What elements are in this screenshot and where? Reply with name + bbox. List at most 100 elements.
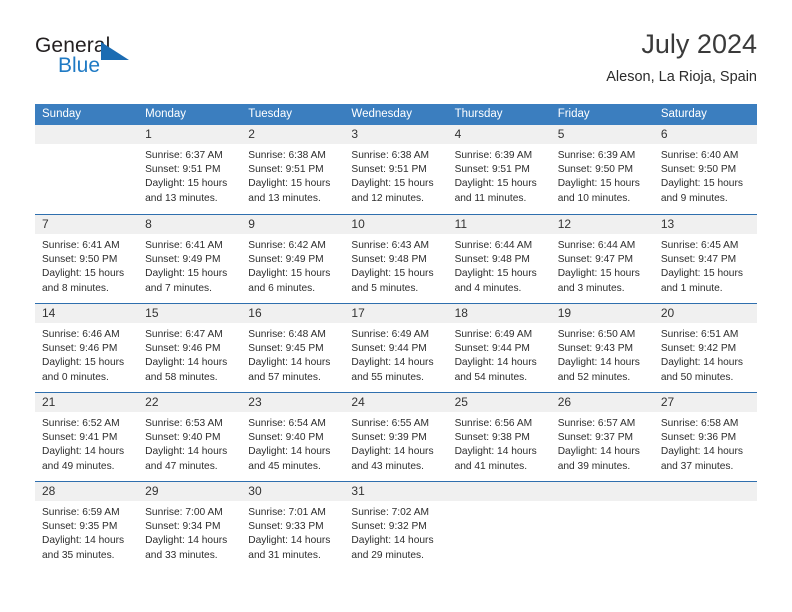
sunrise-text: Sunrise: 6:48 AM (248, 329, 326, 340)
calendar-day-cell[interactable]: 23 Sunrise: 6:54 AM Sunset: 9:40 PM Dayligh… (241, 393, 345, 481)
day-sun-info: Sunrise: 6:48 AM Sunset: 9:45 PM Daylight:… (241, 323, 344, 385)
daylight-text-line1: Daylight: 14 hours (454, 357, 537, 369)
calendar-day-cell[interactable]: 16 Sunrise: 6:48 AM Sunset: 9:45 PM Dayligh… (241, 304, 345, 392)
general-blue-logo[interactable]: General Blue (35, 34, 155, 82)
day-number: 1 (138, 125, 242, 144)
day-number: 21 (35, 393, 139, 412)
sunrise-text: Sunrise: 6:57 AM (557, 418, 636, 429)
daylight-text-line1: Daylight: 14 hours (660, 357, 743, 369)
day-sun-info: Sunrise: 6:46 AM Sunset: 9:46 PM Daylight:… (35, 323, 138, 385)
daylight-text-line2: and 55 minutes. (351, 371, 424, 383)
day-number: 7 (35, 215, 139, 234)
calendar-day-cell[interactable]: 17 Sunrise: 6:49 AM Sunset: 9:44 PM Dayligh… (344, 304, 448, 392)
calendar-day-cell[interactable]: 25 Sunrise: 6:56 AM Sunset: 9:38 PM Dayligh… (447, 393, 551, 481)
calendar-page: General Blue July 2024 Aleson, La Rioja,… (0, 0, 792, 612)
sunrise-text: Sunrise: 6:58 AM (660, 418, 739, 429)
calendar-day-cell[interactable]: 30 Sunrise: 7:01 AM Sunset: 9:33 PM Dayligh… (241, 482, 345, 570)
sunset-text: Sunset: 9:34 PM (145, 521, 221, 533)
calendar-day-cell[interactable]: 14 Sunrise: 6:46 AM Sunset: 9:46 PM Dayligh… (35, 304, 139, 392)
weekday-header-friday: Friday (557, 108, 590, 120)
sunset-text: Sunset: 9:44 PM (351, 343, 427, 355)
calendar-day-cell[interactable]: 8 Sunrise: 6:41 AM Sunset: 9:49 PM Daylight… (138, 215, 242, 303)
calendar-week-row: 21 Sunrise: 6:52 AM Sunset: 9:41 PM Dayligh… (35, 392, 757, 481)
daylight-text-line1: Daylight: 15 hours (660, 268, 743, 280)
calendar-week-row: 14 Sunrise: 6:46 AM Sunset: 9:46 PM Dayligh… (35, 303, 757, 392)
daylight-text-line1: Daylight: 14 hours (248, 357, 331, 369)
sunrise-text: Sunrise: 6:47 AM (145, 329, 223, 340)
calendar-day-cell[interactable]: 26 Sunrise: 6:57 AM Sunset: 9:37 PM Dayligh… (550, 393, 654, 481)
title-block: July 2024 Aleson, La Rioja, Spain (606, 28, 757, 86)
calendar-day-cell[interactable]: 19 Sunrise: 6:50 AM Sunset: 9:43 PM Dayligh… (550, 304, 654, 392)
daylight-text-line2: and 50 minutes. (660, 371, 734, 383)
calendar-day-cell-empty (35, 125, 139, 214)
daylight-text-line2: and 31 minutes. (248, 549, 321, 561)
calendar-day-cell[interactable]: 21 Sunrise: 6:52 AM Sunset: 9:41 PM Dayligh… (35, 393, 139, 481)
calendar-day-cell[interactable]: 31 Sunrise: 7:02 AM Sunset: 9:32 PM Dayligh… (344, 482, 448, 570)
day-sun-info: Sunrise: 6:39 AM Sunset: 9:51 PM Daylight:… (448, 144, 551, 206)
day-sun-info: Sunrise: 6:58 AM Sunset: 9:36 PM Daylight:… (654, 412, 757, 474)
daylight-text-line1: Daylight: 15 hours (248, 268, 331, 280)
calendar-day-cell[interactable]: 7 Sunrise: 6:41 AM Sunset: 9:50 PM Daylight… (35, 215, 139, 303)
sunset-text: Sunset: 9:47 PM (557, 254, 634, 266)
day-number (35, 125, 139, 144)
calendar-day-cell[interactable]: 6 Sunrise: 6:40 AM Sunset: 9:50 PM Daylight… (653, 125, 757, 214)
daylight-text-line1: Daylight: 15 hours (351, 268, 434, 280)
weekday-header-monday: Monday (145, 108, 187, 120)
calendar-day-cell[interactable]: 15 Sunrise: 6:47 AM Sunset: 9:46 PM Dayligh… (138, 304, 242, 392)
calendar-day-cell[interactable]: 4 Sunrise: 6:39 AM Sunset: 9:51 PM Daylight… (447, 125, 551, 214)
day-sun-info: Sunrise: 6:37 AM Sunset: 9:51 PM Daylight:… (138, 144, 241, 206)
calendar-day-cell[interactable]: 28 Sunrise: 6:59 AM Sunset: 9:35 PM Dayligh… (35, 482, 139, 570)
calendar-day-cell[interactable]: 29 Sunrise: 7:00 AM Sunset: 9:34 PM Dayligh… (138, 482, 242, 570)
sunrise-text: Sunrise: 6:55 AM (351, 418, 430, 429)
calendar-day-cell[interactable]: 3 Sunrise: 6:38 AM Sunset: 9:51 PM Daylight… (344, 125, 448, 214)
weekday-header-tuesday: Tuesday (248, 108, 292, 120)
sunset-text: Sunset: 9:36 PM (660, 432, 737, 444)
calendar-day-cell[interactable]: 9 Sunrise: 6:42 AM Sunset: 9:49 PM Daylight… (241, 215, 345, 303)
calendar-day-cell[interactable]: 27 Sunrise: 6:58 AM Sunset: 9:36 PM Dayligh… (653, 393, 757, 481)
day-sun-info: Sunrise: 6:40 AM Sunset: 9:50 PM Daylight:… (654, 144, 757, 206)
daylight-text-line1: Daylight: 15 hours (42, 268, 125, 280)
day-sun-info: Sunrise: 6:41 AM Sunset: 9:50 PM Daylight:… (35, 234, 138, 296)
sunset-text: Sunset: 9:48 PM (351, 254, 427, 266)
weekday-header-saturday: Saturday (660, 108, 707, 120)
calendar-day-cell[interactable]: 2 Sunrise: 6:38 AM Sunset: 9:51 PM Daylight… (241, 125, 345, 214)
day-number: 22 (138, 393, 242, 412)
calendar-day-cell[interactable]: 13 Sunrise: 6:45 AM Sunset: 9:47 PM Dayligh… (653, 215, 757, 303)
page-subtitle-location: Aleson, La Rioja, Spain (606, 69, 757, 85)
day-number: 2 (241, 125, 345, 144)
calendar-day-cell[interactable]: 12 Sunrise: 6:44 AM Sunset: 9:47 PM Dayligh… (550, 215, 654, 303)
day-number: 29 (138, 482, 242, 501)
daylight-text-line1: Daylight: 14 hours (454, 446, 537, 458)
sunrise-text: Sunrise: 6:42 AM (248, 240, 326, 251)
day-number: 18 (447, 304, 551, 323)
daylight-text-line2: and 58 minutes. (145, 371, 218, 383)
sunrise-text: Sunrise: 6:49 AM (351, 329, 430, 340)
calendar-day-cell[interactable]: 10 Sunrise: 6:43 AM Sunset: 9:48 PM Dayligh… (344, 215, 448, 303)
calendar-day-cell[interactable]: 5 Sunrise: 6:39 AM Sunset: 9:50 PM Daylight… (550, 125, 654, 214)
calendar-day-cell[interactable]: 24 Sunrise: 6:55 AM Sunset: 9:39 PM Dayligh… (344, 393, 448, 481)
day-sun-info: Sunrise: 6:53 AM Sunset: 9:40 PM Daylight:… (138, 412, 241, 474)
calendar-day-cell[interactable]: 20 Sunrise: 6:51 AM Sunset: 9:42 PM Dayligh… (653, 304, 757, 392)
day-number: 15 (138, 304, 242, 323)
calendar-day-cell[interactable]: 22 Sunrise: 6:53 AM Sunset: 9:40 PM Dayligh… (138, 393, 242, 481)
sunset-text: Sunset: 9:51 PM (454, 164, 530, 176)
calendar-day-cell[interactable]: 1 Sunrise: 6:37 AM Sunset: 9:51 PM Daylight… (138, 125, 242, 214)
weekday-header-thursday: Thursday (454, 108, 503, 120)
day-sun-info: Sunrise: 6:38 AM Sunset: 9:51 PM Daylight:… (241, 144, 344, 206)
sunset-text: Sunset: 9:49 PM (145, 254, 221, 266)
day-sun-info: Sunrise: 6:51 AM Sunset: 9:42 PM Daylight:… (654, 323, 757, 385)
daylight-text-line2: and 8 minutes. (42, 282, 109, 294)
daylight-text-line2: and 5 minutes. (351, 282, 419, 294)
day-sun-info: Sunrise: 6:42 AM Sunset: 9:49 PM Daylight:… (241, 234, 344, 296)
day-number: 9 (241, 215, 345, 234)
day-number: 26 (550, 393, 654, 412)
calendar-day-cell[interactable]: 18 Sunrise: 6:49 AM Sunset: 9:44 PM Dayligh… (447, 304, 551, 392)
day-sun-info: Sunrise: 6:47 AM Sunset: 9:46 PM Daylight:… (138, 323, 241, 385)
sunrise-text: Sunrise: 6:51 AM (660, 329, 739, 340)
daylight-text-line2: and 39 minutes. (557, 460, 631, 472)
sunset-text: Sunset: 9:46 PM (145, 343, 221, 355)
sunset-text: Sunset: 9:51 PM (351, 164, 427, 176)
daylight-text-line2: and 54 minutes. (454, 371, 528, 383)
calendar-day-cell[interactable]: 11 Sunrise: 6:44 AM Sunset: 9:48 PM Dayligh… (447, 215, 551, 303)
daylight-text-line2: and 4 minutes. (454, 282, 522, 294)
